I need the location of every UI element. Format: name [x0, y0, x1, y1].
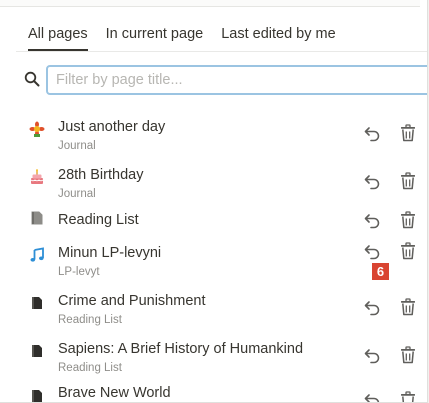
- list-item[interactable]: Sapiens: A Brief History of Humankind Re…: [0, 332, 427, 380]
- restore-icon[interactable]: [362, 345, 382, 365]
- delete-permanently-icon[interactable]: [398, 210, 418, 230]
- page-document-icon: [29, 343, 45, 359]
- filter-by-title-input[interactable]: [46, 65, 427, 95]
- page-title: Reading List: [58, 212, 139, 228]
- tabs-divider: [16, 51, 427, 52]
- restore-icon[interactable]: [362, 171, 382, 191]
- search-icon: [24, 71, 40, 87]
- restore-icon[interactable]: [362, 297, 382, 317]
- page-title: Just another day: [58, 119, 166, 135]
- delete-permanently-icon[interactable]: [398, 390, 418, 402]
- list-item[interactable]: Crime and Punishment Reading List: [0, 284, 427, 332]
- tab-in-current-page[interactable]: In current page: [106, 26, 204, 50]
- trash-popup-panel: All pages In current page Last edited by…: [0, 0, 428, 403]
- page-title: Minun LP-levyni: [58, 245, 162, 261]
- music-note-icon: [29, 247, 45, 263]
- page-parent-label: Reading List: [58, 314, 122, 326]
- restore-icon[interactable]: [362, 241, 382, 261]
- page-document-icon: [29, 210, 45, 226]
- page-document-icon: [29, 388, 45, 402]
- delete-permanently-icon[interactable]: [398, 123, 418, 143]
- restore-icon[interactable]: [362, 123, 382, 143]
- tab-all-pages[interactable]: All pages: [28, 26, 88, 51]
- list-item[interactable]: 28th Birthday Journal: [0, 158, 427, 206]
- page-parent-label: Journal: [58, 188, 96, 200]
- list-item[interactable]: Minun LP-levyni LP-levyt: [0, 236, 427, 284]
- panel-top-edge: [0, 0, 420, 7]
- list-item[interactable]: Brave New World: [0, 380, 427, 402]
- annotation-number-badge: 6: [372, 263, 389, 280]
- page-title: 28th Birthday: [58, 167, 144, 183]
- page-document-icon: [29, 295, 45, 311]
- delete-permanently-icon[interactable]: [398, 297, 418, 317]
- page-title: Crime and Punishment: [58, 293, 206, 309]
- filter-tabs: All pages In current page Last edited by…: [28, 26, 354, 51]
- delete-permanently-icon[interactable]: [398, 241, 418, 261]
- trash-page-list: Just another day Journal 28th Birthday J…: [0, 110, 427, 402]
- page-title: Sapiens: A Brief History of Humankind: [58, 341, 304, 357]
- sun-flower-emoji-icon: [29, 121, 45, 137]
- list-item[interactable]: Just another day Journal: [0, 110, 427, 158]
- restore-icon[interactable]: [362, 390, 382, 402]
- tab-last-edited-by-me[interactable]: Last edited by me: [221, 26, 335, 50]
- restore-icon[interactable]: [362, 210, 382, 230]
- page-parent-label: Reading List: [58, 362, 122, 374]
- delete-permanently-icon[interactable]: [398, 345, 418, 365]
- birthday-cake-emoji-icon: [29, 169, 45, 185]
- delete-permanently-icon[interactable]: [398, 171, 418, 191]
- page-parent-label: Journal: [58, 140, 96, 152]
- page-title: Brave New World: [58, 385, 171, 401]
- page-parent-label: LP-levyt: [58, 266, 100, 278]
- list-item[interactable]: Reading List: [0, 206, 427, 236]
